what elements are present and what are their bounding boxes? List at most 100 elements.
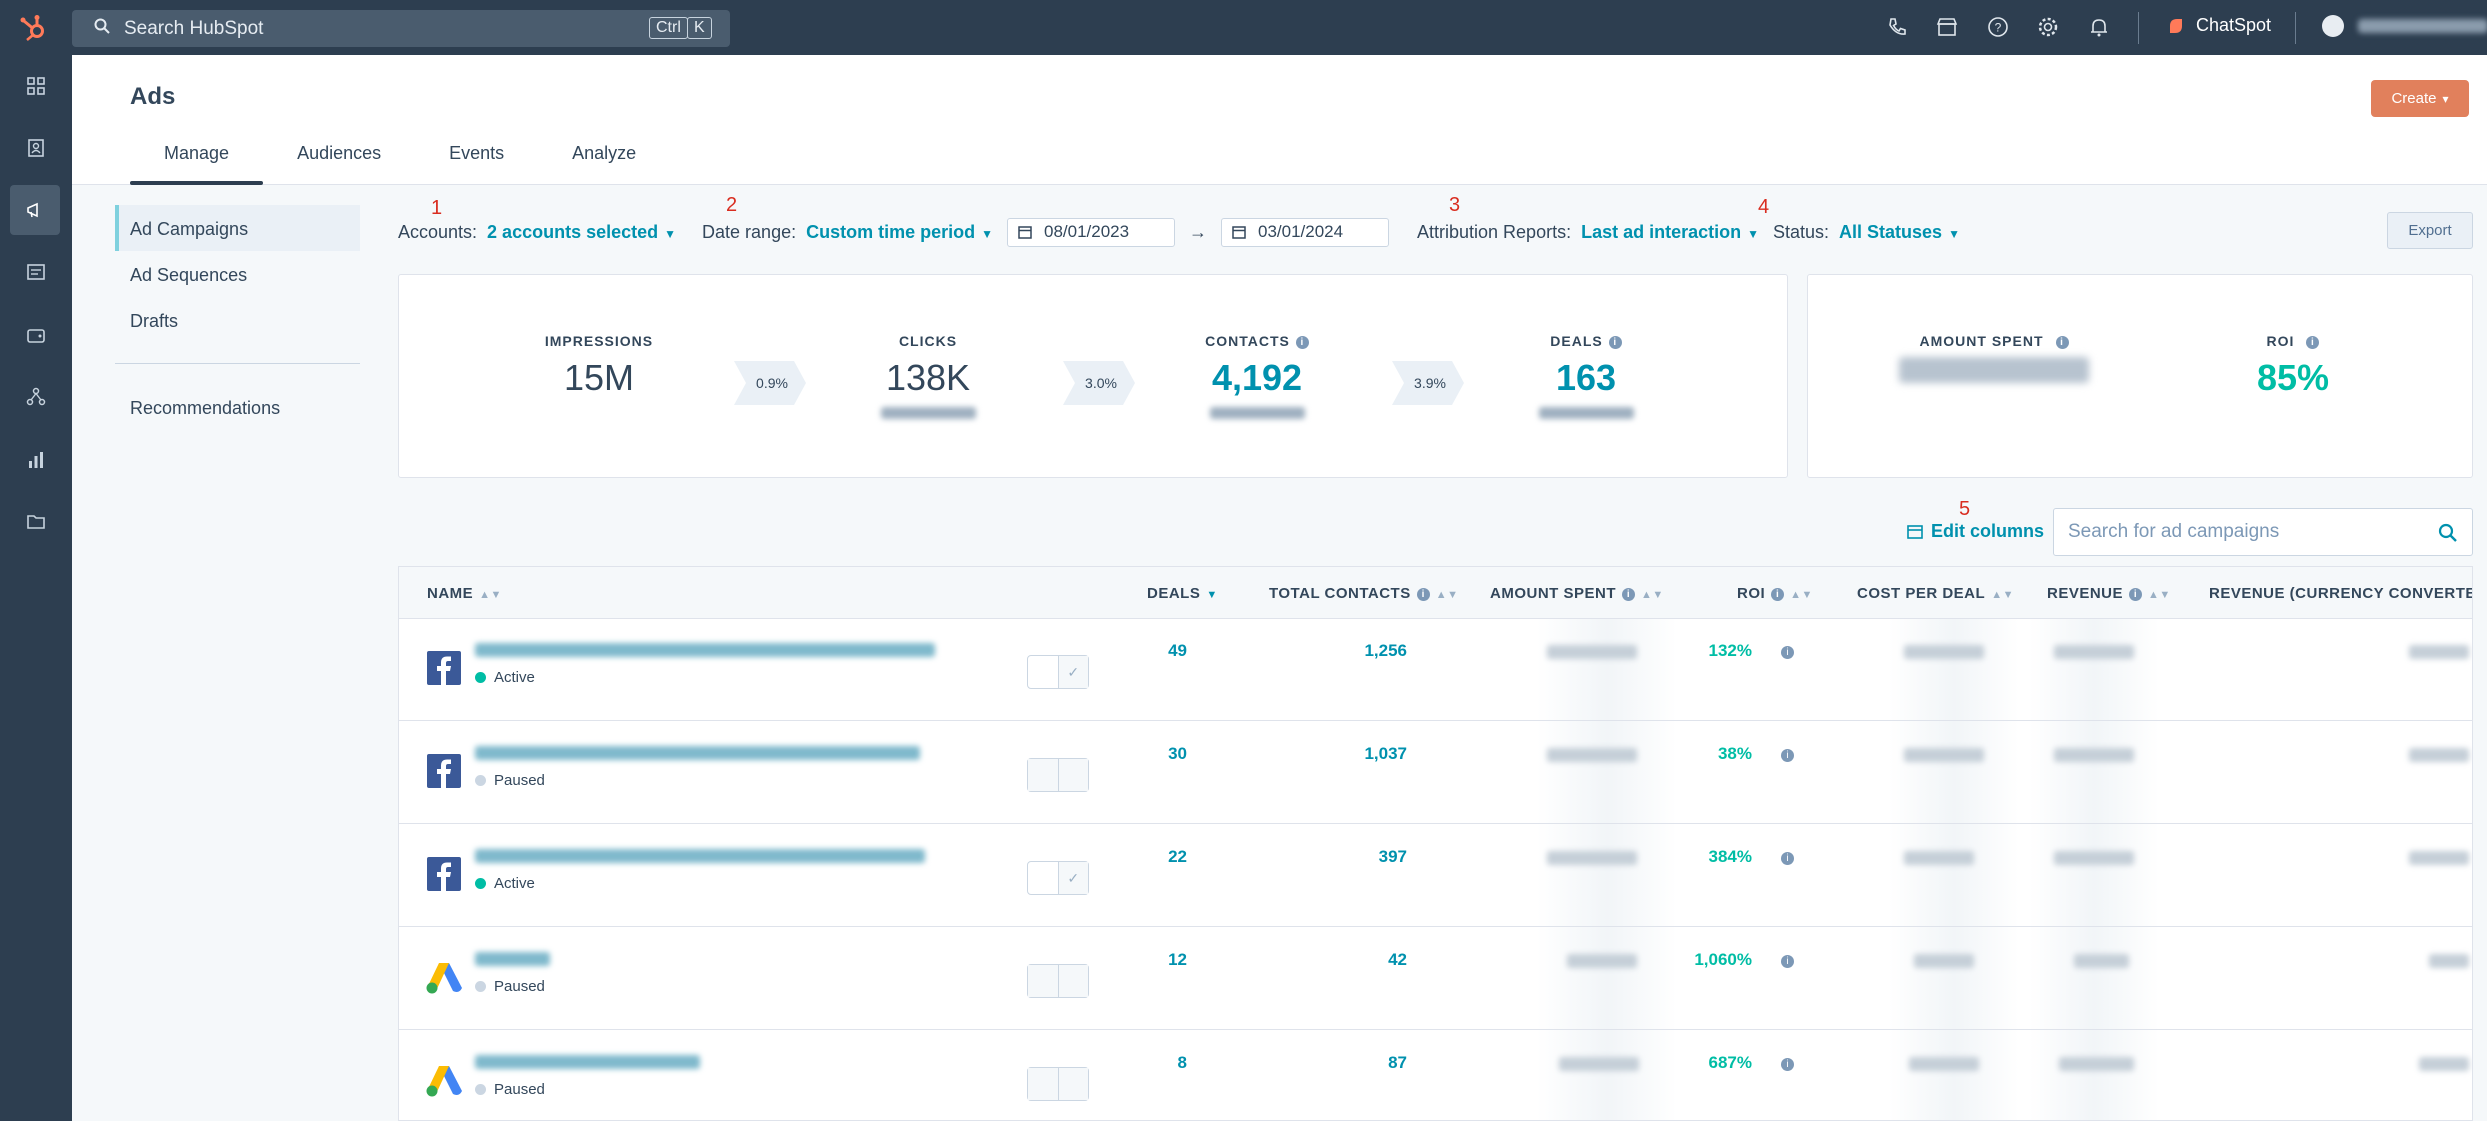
table-row[interactable]: Paused 8 87 687% i (399, 1031, 2472, 1120)
contacts-icon[interactable] (20, 132, 52, 164)
tab-manage[interactable]: Manage (130, 143, 264, 185)
accounts-filter-dropdown[interactable]: 2 accounts selected ▼ (487, 222, 676, 243)
campaign-name-redacted[interactable] (475, 849, 925, 863)
deals-cell[interactable]: 49 (1168, 641, 1187, 661)
deals-cell[interactable]: 22 (1168, 847, 1187, 867)
info-icon[interactable]: i (1771, 587, 1785, 601)
tab-analyze[interactable]: Analyze (538, 143, 670, 185)
content-icon[interactable] (20, 256, 52, 288)
edit-columns-button[interactable]: Edit columns (1907, 521, 2044, 542)
date-range-label: Date range: (702, 221, 797, 242)
deals-cell[interactable]: 30 (1168, 744, 1187, 764)
tab-audiences[interactable]: Audiences (263, 143, 415, 185)
settings-gear-icon[interactable] (2037, 16, 2059, 38)
cost-per-deal-redacted (1914, 954, 1974, 968)
campaign-search-input[interactable]: Search for ad campaigns (2053, 508, 2473, 556)
phone-icon[interactable] (1886, 16, 1908, 38)
tab-events[interactable]: Events (415, 143, 538, 185)
column-header-revenue[interactable]: REVENUE i ▲▼ (2047, 585, 2171, 602)
commerce-wallet-icon[interactable] (20, 319, 52, 351)
bookmarks-grid-icon[interactable] (20, 70, 52, 102)
sort-descending-icon: ▼ (1206, 589, 1218, 601)
reporting-chart-icon[interactable] (20, 444, 52, 476)
date-range-dropdown[interactable]: Custom time period ▼ (806, 222, 993, 243)
table-row[interactable]: Paused 30 1,037 38% i (399, 722, 2472, 824)
column-header-revenue-converted[interactable]: REVENUE (CURRENCY CONVERTED) (2209, 585, 2472, 602)
deals-cell[interactable]: 8 (1178, 1053, 1187, 1073)
column-header-total-contacts[interactable]: TOTAL CONTACTS i ▲▼ (1269, 585, 1459, 602)
global-search-input[interactable]: Search HubSpot Ctrl K (72, 10, 730, 47)
library-folder-icon[interactable] (20, 506, 52, 538)
campaign-name-redacted[interactable] (475, 952, 550, 966)
column-header-name[interactable]: NAME ▲▼ (427, 585, 502, 602)
info-icon[interactable]: i (2055, 335, 2069, 349)
search-icon[interactable] (2438, 523, 2458, 543)
revenue-converted-redacted (2419, 1057, 2469, 1071)
impressions-to-clicks-rate: 0.9% (756, 375, 788, 391)
info-icon[interactable]: i (1781, 1058, 1794, 1071)
notifications-bell-icon[interactable] (2088, 16, 2110, 38)
nav-recommendations[interactable]: Recommendations (115, 384, 360, 430)
table-row[interactable]: Active ✓ 49 1,256 132% i (399, 619, 2472, 721)
campaign-toggle[interactable]: ✓ (1027, 861, 1089, 895)
info-icon[interactable]: i (1608, 335, 1622, 349)
info-icon[interactable]: i (1295, 335, 1309, 349)
conversion-rate-chevron: 0.9% (734, 361, 806, 405)
nav-ad-sequences[interactable]: Ad Sequences (115, 251, 360, 297)
contacts-cell[interactable]: 1,256 (1364, 641, 1407, 661)
account-menu[interactable] (2322, 15, 2487, 37)
column-header-roi[interactable]: ROI i ▲▼ (1737, 585, 1813, 602)
deals-cell[interactable]: 12 (1168, 950, 1187, 970)
contacts-cell[interactable]: 1,037 (1364, 744, 1407, 764)
column-header-cost-per-deal[interactable]: COST PER DEAL ▲▼ (1857, 585, 2014, 602)
export-button[interactable]: Export (2387, 212, 2473, 249)
info-icon[interactable]: i (1781, 646, 1794, 659)
campaign-toggle[interactable] (1027, 758, 1089, 792)
info-icon[interactable]: i (1416, 587, 1430, 601)
table-row[interactable]: Active ✓ 22 397 384% i (399, 825, 2472, 927)
campaign-toggle[interactable] (1027, 1067, 1089, 1101)
campaign-name-redacted[interactable] (475, 1055, 700, 1069)
column-header-deals[interactable]: DEALS ▼ (1147, 585, 1218, 602)
revenue-converted-redacted (2429, 954, 2469, 968)
start-date-input[interactable]: 08/01/2023 (1007, 217, 1175, 247)
column-label: TOTAL CONTACTS (1269, 585, 1411, 602)
deals-label: DEALS (1550, 333, 1603, 349)
deals-value[interactable]: 163 (1476, 357, 1696, 399)
campaign-toggle[interactable] (1027, 964, 1089, 998)
info-icon[interactable]: i (1781, 955, 1794, 968)
end-date-input[interactable]: 03/01/2024 (1221, 217, 1389, 247)
create-button-label: Create (2391, 90, 2437, 107)
chatspot-button[interactable]: ChatSpot (2168, 15, 2271, 36)
campaign-name-redacted[interactable] (475, 643, 935, 657)
marketing-megaphone-icon[interactable] (10, 185, 60, 235)
automation-network-icon[interactable] (20, 381, 52, 413)
column-header-amount-spent[interactable]: AMOUNT SPENT i ▲▼ (1490, 585, 1664, 602)
clicks-metric: CLICKS 138K (818, 333, 1038, 419)
contacts-value[interactable]: 4,192 (1147, 357, 1367, 399)
create-button[interactable]: Create ▾ (2371, 80, 2469, 117)
deals-metric[interactable]: DEALS i 163 (1476, 333, 1696, 419)
sort-icon: ▲▼ (2148, 589, 2171, 601)
campaign-name-redacted[interactable] (475, 746, 920, 760)
info-icon[interactable]: i (1781, 749, 1794, 762)
campaign-toggle[interactable]: ✓ (1027, 655, 1089, 689)
chatspot-icon (2170, 18, 2182, 33)
contacts-cell[interactable]: 87 (1388, 1053, 1407, 1073)
contacts-cell[interactable]: 42 (1388, 950, 1407, 970)
info-icon[interactable]: i (2306, 335, 2320, 349)
marketplace-icon[interactable] (1936, 16, 1958, 38)
nav-ad-campaigns[interactable]: Ad Campaigns (115, 205, 360, 251)
status-label: Paused (494, 978, 545, 995)
info-icon[interactable]: i (1622, 587, 1635, 601)
contacts-metric[interactable]: CONTACTS i 4,192 (1147, 333, 1367, 419)
info-icon[interactable]: i (2129, 587, 2143, 601)
table-row[interactable]: Paused 12 42 1,060% i (399, 928, 2472, 1030)
nav-drafts[interactable]: Drafts (115, 297, 360, 343)
help-icon[interactable]: ? (1987, 16, 2009, 38)
contacts-cell[interactable]: 397 (1379, 847, 1407, 867)
info-icon[interactable]: i (1781, 852, 1794, 865)
status-filter-dropdown[interactable]: All Statuses ▼ (1839, 222, 1960, 243)
hubspot-logo-icon[interactable] (18, 12, 50, 44)
attribution-dropdown[interactable]: Last ad interaction ▼ (1581, 222, 1759, 243)
